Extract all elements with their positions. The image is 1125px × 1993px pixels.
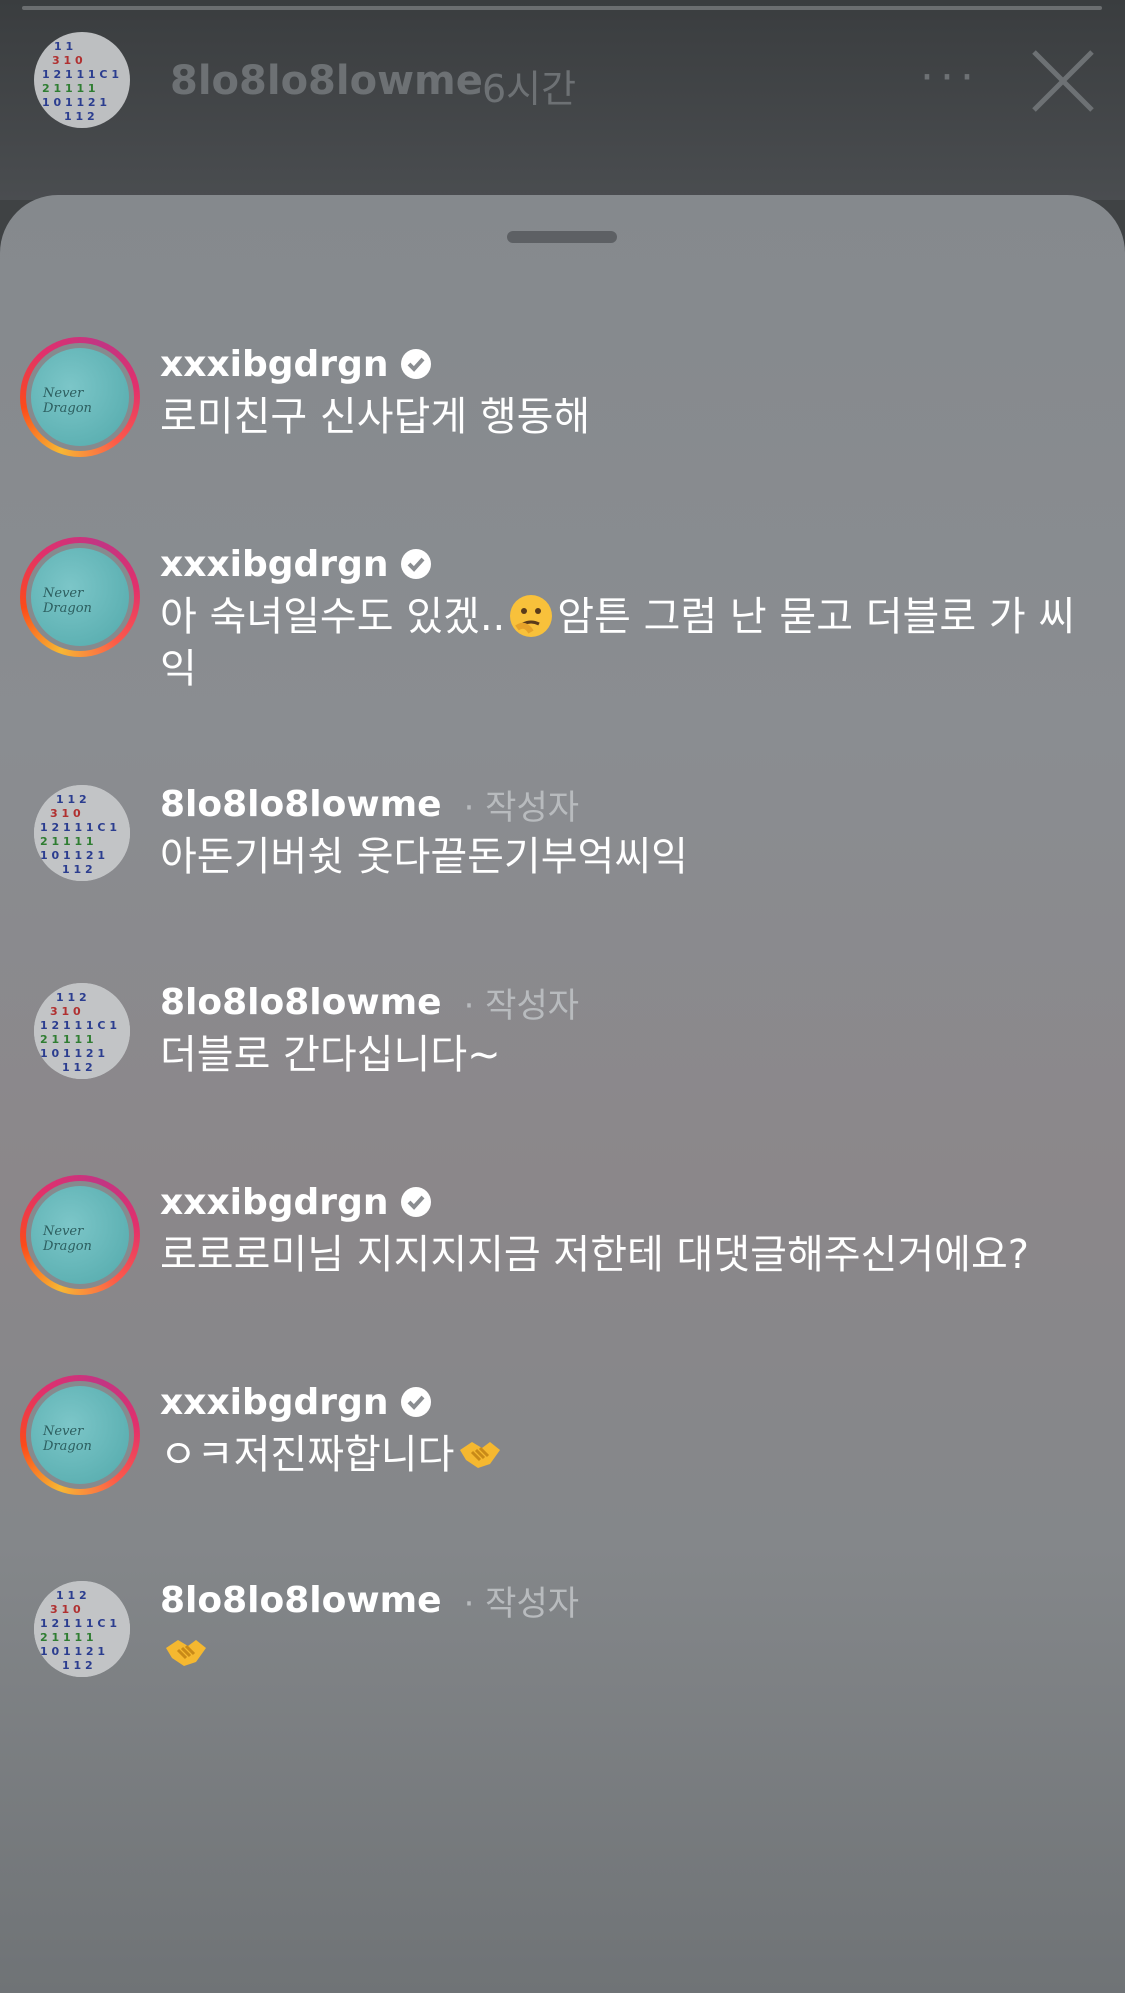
verified-badge-icon — [401, 349, 432, 379]
verified-badge-icon — [401, 549, 432, 579]
svg-text:3 1 0: 3 1 0 — [50, 1005, 81, 1018]
comment-text: ㅇㅋ저진짜합니다 — [160, 1429, 1080, 1481]
story-author-username[interactable]: 8lo8lo8lowme — [170, 58, 483, 104]
author-tag: · 작성자 — [463, 985, 580, 1026]
comment-item: Never Dragon xxxibgdrgn ㅇㅋ저진짜합니다 — [0, 1375, 1125, 1515]
svg-text:1 1 2: 1 1 2 — [62, 1659, 93, 1672]
comment-username[interactable]: xxxibgdrgn — [160, 1382, 388, 1423]
svg-text:1 1 2: 1 1 2 — [62, 1061, 93, 1074]
comment-username[interactable]: 8lo8lo8lowme — [160, 982, 442, 1023]
comment-text-part: ㅇㅋ저진짜합니다 — [160, 1432, 455, 1478]
svg-text:1 0 1 1 2 1: 1 0 1 1 2 1 — [40, 849, 105, 862]
comment-item: Never Dragon xxxibgdrgn 로로로미님 지지지지금 저한테 … — [0, 1175, 1125, 1315]
comment-text: 아돈기버쉿 웃다끝돈기부억씨익 — [160, 834, 688, 880]
comment-username[interactable]: 8lo8lo8lowme — [160, 1580, 442, 1621]
comment-item: 1 1 23 1 0 1 2 1 1 1 C 12 1 1 1 1 1 0 1 … — [0, 777, 1125, 917]
svg-text:1 1 2: 1 1 2 — [56, 793, 87, 806]
avatar[interactable]: 1 1 23 1 0 1 2 1 1 1 C 12 1 1 1 1 1 0 1 … — [34, 785, 130, 881]
svg-text:1 2 1 1 1 C 1: 1 2 1 1 1 C 1 — [42, 68, 119, 81]
author-tag: · 작성자 — [463, 1583, 580, 1624]
more-options-icon[interactable]: ··· — [920, 52, 980, 103]
avatar[interactable]: 1 1 23 1 0 1 2 1 1 1 C 12 1 1 1 1 1 0 1 … — [34, 1581, 130, 1677]
story-timestamp: 6시간 — [482, 67, 577, 111]
svg-text:1 1: 1 1 — [54, 40, 73, 53]
svg-text:1 0 1 1 2 1: 1 0 1 1 2 1 — [42, 96, 107, 109]
comment-item: Never Dragon xxxibgdrgn 로미친구 신사답게 행동해 — [0, 337, 1125, 477]
story-author-avatar[interactable]: 1 13 1 0 1 2 1 1 1 C 12 1 1 1 1 1 0 1 1 … — [34, 32, 130, 128]
svg-text:1 2 1 1 1 C 1: 1 2 1 1 1 C 1 — [40, 1617, 117, 1630]
svg-text:1 1 2: 1 1 2 — [56, 991, 87, 1004]
svg-text:1 0 1 1 2 1: 1 0 1 1 2 1 — [40, 1047, 105, 1060]
drag-handle[interactable] — [507, 231, 617, 243]
svg-text:1 1 2: 1 1 2 — [56, 1589, 87, 1602]
close-icon[interactable] — [1030, 48, 1096, 114]
comment-text: 로미친구 신사답게 행동해 — [160, 394, 591, 440]
svg-text:1 1 2: 1 1 2 — [62, 863, 93, 876]
svg-text:2 1 1 1 1: 2 1 1 1 1 — [40, 1631, 94, 1644]
svg-text:1 1 2: 1 1 2 — [64, 110, 95, 123]
comment-text: 더블로 간다십니다~ — [160, 1032, 501, 1078]
story-progress-bar — [22, 6, 1102, 10]
handshake-emoji — [166, 1640, 206, 1666]
handshake-emoji — [460, 1442, 501, 1468]
comments-sheet: Never Dragon xxxibgdrgn 로미친구 신사답게 행동해 Ne… — [0, 195, 1125, 1993]
svg-text:1 0 1 1 2 1: 1 0 1 1 2 1 — [40, 1645, 105, 1658]
svg-text:3 1 0: 3 1 0 — [52, 54, 83, 67]
comment-text — [160, 1627, 1080, 1679]
comment-item: Never Dragon xxxibgdrgn 아 숙녀일수도 있겠.. 암튼 그… — [0, 537, 1125, 737]
comment-item: 1 1 23 1 0 1 2 1 1 1 C 12 1 1 1 1 1 0 1 … — [0, 1573, 1125, 1713]
svg-text:3 1 0: 3 1 0 — [50, 807, 81, 820]
comment-text: 로로로미님 지지지지금 저한테 대댓글해주신거에요? — [160, 1232, 1029, 1278]
comment-username[interactable]: xxxibgdrgn — [160, 1182, 388, 1223]
svg-text:2 1 1 1 1: 2 1 1 1 1 — [40, 835, 94, 848]
comment-username[interactable]: 8lo8lo8lowme — [160, 784, 442, 825]
verified-badge-icon — [401, 1387, 432, 1417]
svg-text:1 2 1 1 1 C 1: 1 2 1 1 1 C 1 — [40, 1019, 117, 1032]
comment-username[interactable]: xxxibgdrgn — [160, 344, 388, 385]
thinking-face-emoji — [510, 595, 553, 637]
svg-text:2 1 1 1 1: 2 1 1 1 1 — [42, 82, 96, 95]
comment-item: 1 1 23 1 0 1 2 1 1 1 C 12 1 1 1 1 1 0 1 … — [0, 975, 1125, 1115]
avatar[interactable]: Never Dragon — [20, 1175, 140, 1295]
svg-text:2 1 1 1 1: 2 1 1 1 1 — [40, 1033, 94, 1046]
avatar[interactable]: Never Dragon — [20, 337, 140, 457]
comment-text-part: 아 숙녀일수도 있겠.. — [160, 594, 506, 640]
comment-text: 아 숙녀일수도 있겠.. 암튼 그럼 난 묻고 더블로 가 씨익 — [160, 591, 1080, 695]
svg-text:3 1 0: 3 1 0 — [50, 1603, 81, 1616]
avatar[interactable]: Never Dragon — [20, 537, 140, 657]
author-tag: · 작성자 — [463, 787, 580, 828]
avatar[interactable]: 1 1 23 1 0 1 2 1 1 1 C 12 1 1 1 1 1 0 1 … — [34, 983, 130, 1079]
comment-username[interactable]: xxxibgdrgn — [160, 544, 388, 585]
avatar[interactable]: Never Dragon — [20, 1375, 140, 1495]
svg-text:1 2 1 1 1 C 1: 1 2 1 1 1 C 1 — [40, 821, 117, 834]
story-header: 1 13 1 0 1 2 1 1 1 C 12 1 1 1 1 1 0 1 1 … — [0, 0, 1125, 200]
verified-badge-icon — [401, 1187, 432, 1217]
